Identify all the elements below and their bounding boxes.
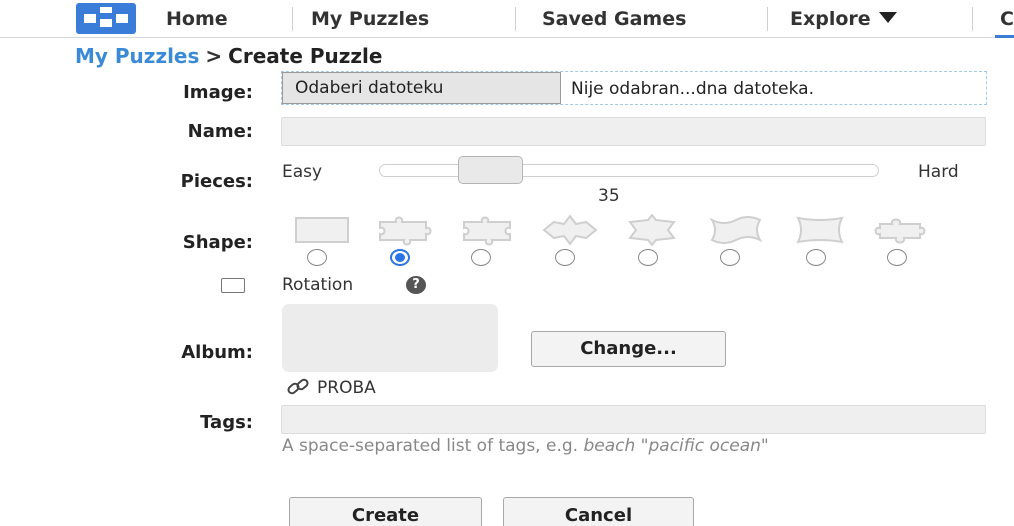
- mixed-puzzle-shape-icon[interactable]: [458, 214, 518, 246]
- rotation-label: Rotation: [282, 275, 354, 295]
- name-label: Name:: [187, 121, 253, 142]
- pieces-slider-track[interactable]: [379, 164, 879, 177]
- wavy-puzzle-shape-icon[interactable]: [706, 214, 766, 246]
- name-input[interactable]: [281, 117, 986, 146]
- tags-label: Tags:: [200, 412, 253, 433]
- nav-item-partial[interactable]: C: [1000, 8, 1014, 30]
- star-puzzle-shape-icon[interactable]: [540, 214, 600, 246]
- shape-radio-mixed[interactable]: [471, 249, 491, 266]
- nav-divider: [292, 7, 293, 31]
- nav-active-underline: [995, 35, 1014, 38]
- pieces-slider-handle[interactable]: [458, 156, 523, 184]
- tags-help-text: A space-separated list of tags, e.g. bea…: [282, 437, 982, 456]
- tags-input[interactable]: [281, 405, 986, 434]
- nav-explore-label: Explore: [790, 8, 871, 30]
- breadcrumb: My Puzzles > Create Puzzle: [75, 44, 382, 68]
- create-button[interactable]: Create: [289, 497, 482, 526]
- pieces-count: 35: [598, 186, 620, 206]
- shape-radio-star[interactable]: [555, 249, 575, 266]
- breadcrumb-link-my-puzzles[interactable]: My Puzzles: [75, 44, 199, 68]
- pieces-easy-label: Easy: [282, 162, 323, 182]
- rotation-checkbox[interactable]: [221, 278, 245, 293]
- change-album-button[interactable]: Change...: [531, 331, 726, 367]
- file-status-text: Nije odabran...dna datoteka.: [571, 79, 814, 99]
- shape-radio-round[interactable]: [887, 249, 907, 266]
- nav-divider: [972, 7, 973, 31]
- shape-label: Shape:: [182, 232, 253, 253]
- shape-radio-classic[interactable]: [390, 249, 410, 266]
- shape-radio-curved[interactable]: [806, 249, 826, 266]
- round-puzzle-shape-icon[interactable]: [870, 214, 930, 246]
- album-label: Album:: [181, 342, 253, 363]
- page-title: Create Puzzle: [228, 44, 383, 68]
- caret-down-icon: [878, 12, 897, 23]
- shape-radio-square[interactable]: [307, 249, 327, 266]
- choose-file-button[interactable]: Odaberi datoteku: [282, 72, 561, 104]
- pieces-hard-label: Hard: [918, 162, 959, 182]
- cancel-button[interactable]: Cancel: [503, 497, 694, 526]
- nav-my-puzzles[interactable]: My Puzzles: [311, 8, 429, 30]
- nav-explore[interactable]: Explore: [790, 8, 897, 30]
- classic-puzzle-shape-icon[interactable]: [374, 214, 434, 246]
- album-thumbnail: [282, 304, 498, 372]
- jagged-puzzle-shape-icon[interactable]: [622, 214, 682, 246]
- tags-help-example: beach "pacific ocean": [583, 436, 769, 456]
- nav-home[interactable]: Home: [166, 8, 228, 30]
- breadcrumb-separator: >: [205, 44, 223, 68]
- tags-help-prefix: A space-separated list of tags, e.g.: [282, 436, 579, 456]
- shape-radio-wavy[interactable]: [720, 249, 740, 266]
- nav-saved-games[interactable]: Saved Games: [542, 8, 686, 30]
- nav-divider: [767, 7, 768, 31]
- nav-divider: [515, 7, 516, 31]
- square-shape-icon[interactable]: [292, 214, 352, 246]
- shape-radio-jagged[interactable]: [638, 249, 658, 266]
- link-icon: [287, 378, 309, 395]
- image-label: Image:: [183, 82, 253, 103]
- album-name[interactable]: PROBA: [317, 378, 376, 398]
- jigsaw-logo-icon[interactable]: [76, 3, 136, 34]
- curved-puzzle-shape-icon[interactable]: [790, 214, 850, 246]
- help-icon[interactable]: ?: [406, 276, 426, 294]
- pieces-label: Pieces:: [180, 171, 253, 192]
- top-nav: Home My Puzzles Saved Games Explore C: [0, 0, 1014, 38]
